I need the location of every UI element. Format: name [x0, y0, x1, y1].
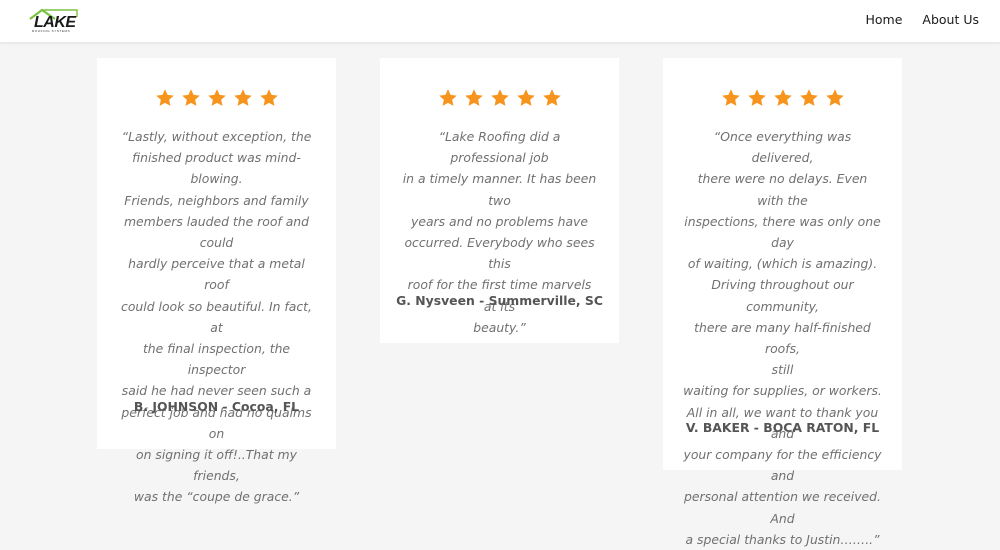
star-icon [490, 89, 509, 106]
star-icon [542, 89, 561, 106]
star-icon [516, 89, 535, 106]
star-rating [380, 88, 619, 108]
star-icon [207, 89, 226, 106]
star-icon [259, 89, 278, 106]
site-header: LAKE ROOFING SYSTEMS Home About Us [0, 0, 1000, 42]
star-icon [799, 89, 818, 106]
star-icon [747, 89, 766, 106]
testimonial-card: “Lake Roofing did a professional job in … [380, 58, 619, 343]
testimonial-card: “Once everything was delivered, there we… [663, 58, 902, 547]
star-icon [233, 89, 252, 106]
star-icon [773, 89, 792, 106]
star-icon [464, 89, 483, 106]
star-icon [155, 89, 174, 106]
nav-about-us-link[interactable]: About Us [922, 12, 979, 28]
nav-home-link[interactable]: Home [865, 12, 902, 28]
star-icon [825, 89, 844, 106]
main-nav: Home About Us [865, 12, 979, 28]
testimonial-quote: “Once everything was delivered, there we… [683, 129, 882, 547]
star-rating [663, 88, 902, 108]
testimonial-card: “Lastly, without exception, the finished… [97, 58, 336, 504]
star-icon [438, 89, 457, 106]
testimonial-quote: “Lastly, without exception, the finished… [121, 129, 312, 505]
star-icon [181, 89, 200, 106]
testimonial-author: B. JOHNSON - Cocoa, FL [133, 399, 300, 414]
testimonial-author: G. Nysveen - Summerville, SC [396, 293, 603, 308]
lake-roofing-logo[interactable]: LAKE ROOFING SYSTEMS [27, 8, 81, 34]
star-rating [97, 88, 336, 108]
testimonial-author: V. BAKER - BOCA RATON, FL [685, 420, 880, 435]
star-icon [721, 89, 740, 106]
logo-tagline: ROOFING SYSTEMS [32, 29, 71, 33]
